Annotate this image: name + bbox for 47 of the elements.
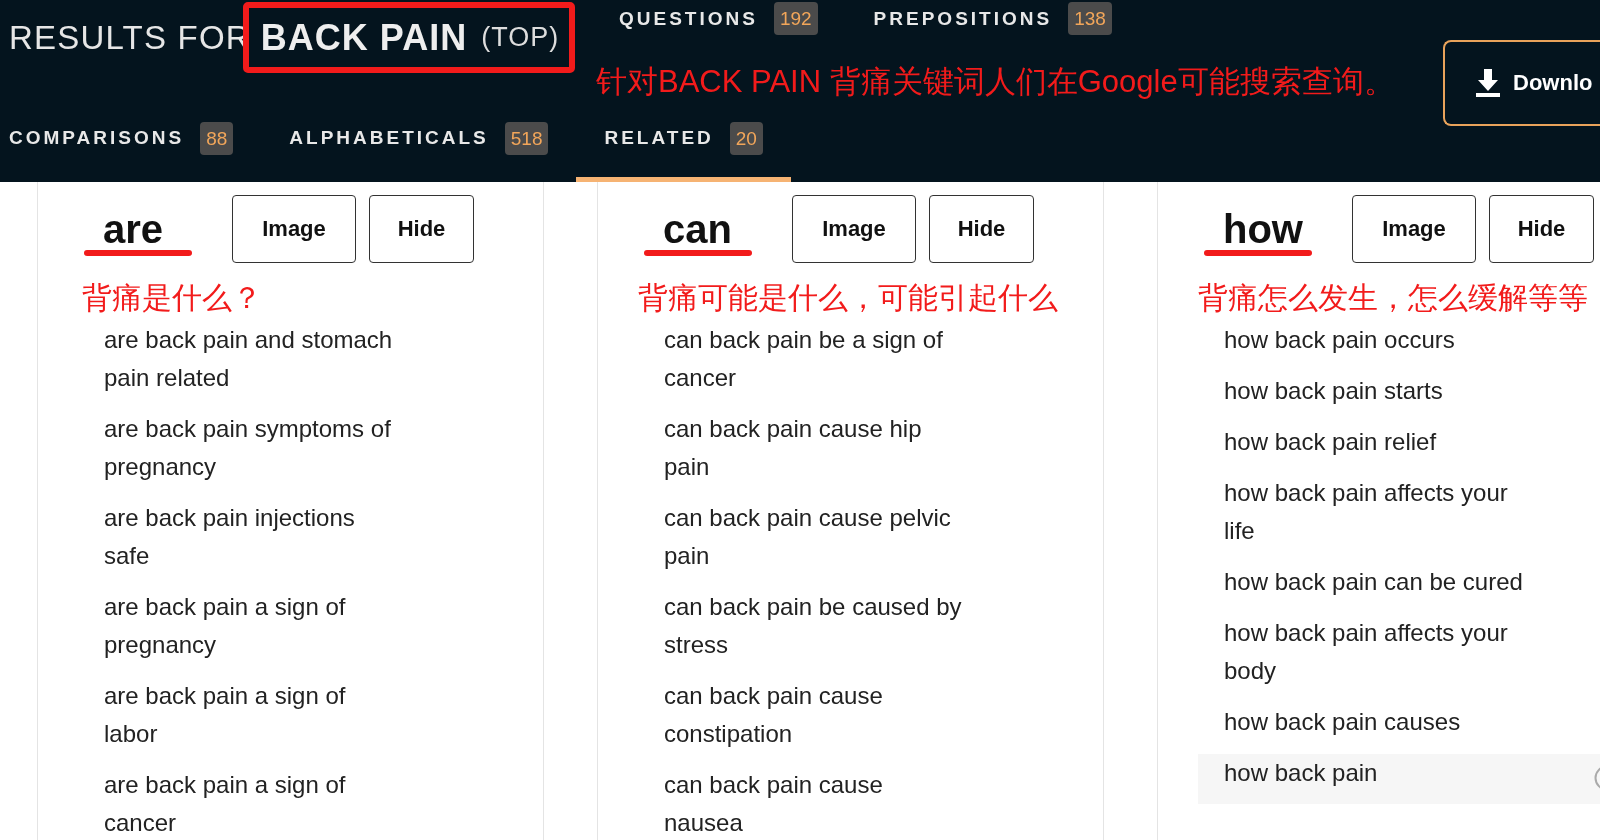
annotation-text: 背痛是什么？ <box>82 280 262 316</box>
suggestion-item[interactable]: are back pain and stomach pain related <box>78 321 543 397</box>
category-tab[interactable]: RELATED 20 <box>576 105 791 182</box>
count-badge: 518 <box>504 121 549 155</box>
download-button[interactable]: Downlo <box>1443 40 1600 126</box>
download-icon <box>1476 69 1500 97</box>
annotation-text: 背痛怎么发生，怎么缓解等等 <box>1198 280 1588 316</box>
scope-label: (TOP) <box>481 22 560 53</box>
count-badge: 138 <box>1068 2 1112 35</box>
suggestion-item[interactable]: can back pain be caused by stress <box>638 588 1103 664</box>
question-word: are <box>103 206 164 252</box>
suggestion-item[interactable]: how back pain occurs <box>1198 321 1600 359</box>
suggestion-item[interactable]: can back pain cause hip pain <box>638 410 1103 486</box>
count-badge: 192 <box>773 2 818 35</box>
category-tab[interactable]: COMPARISONS 88 <box>0 105 262 182</box>
suggestion-item[interactable]: are back pain a sign of labor <box>78 677 543 753</box>
suggestion-item[interactable]: how back pain <box>1198 754 1600 804</box>
suggestion-item[interactable]: can back pain cause pelvic pain <box>638 499 1103 575</box>
suggestion-item[interactable]: are back pain a sign of cancer <box>78 766 543 840</box>
suggestion-item[interactable]: are back pain symptoms of pregnancy <box>78 410 543 486</box>
suggestion-item[interactable]: how back pain affects your life <box>1198 474 1600 550</box>
question-word: can <box>663 206 732 252</box>
image-button[interactable]: Image <box>1352 195 1476 263</box>
count-badge: 88 <box>200 121 234 155</box>
annotation-text: 背痛可能是什么，可能引起什么 <box>638 280 1058 316</box>
suggestion-item[interactable]: can back pain cause constipation <box>638 677 1103 753</box>
suggestion-item[interactable]: how back pain starts <box>1198 372 1600 410</box>
search-query: BACK PAIN <box>260 16 468 59</box>
suggestion-item[interactable]: can back pain be a sign of cancer <box>638 321 1103 397</box>
category-tab[interactable]: ALPHABETICALS 518 <box>261 105 577 182</box>
hide-button[interactable]: Hide <box>929 195 1034 263</box>
count-badge: 20 <box>729 121 763 155</box>
image-button[interactable]: Image <box>232 195 356 263</box>
suggestion-item[interactable]: are back pain injections safe <box>78 499 543 575</box>
suggestion-item[interactable]: can back pain cause nausea <box>638 766 1103 840</box>
question-word: how <box>1223 206 1303 252</box>
category-tab[interactable]: QUESTIONS 192 <box>591 0 846 42</box>
annotation-text: 针对BACK PAIN 背痛关键词人们在Google可能搜索查询。 <box>596 63 1395 101</box>
category-tab[interactable]: PREPOSITIONS 138 <box>845 0 1140 42</box>
suggestion-item[interactable]: are back pain a sign of pregnancy <box>78 588 543 664</box>
suggestion-item[interactable]: how back pain causes <box>1198 703 1600 741</box>
suggestion-item[interactable]: how back pain can be cured <box>1198 563 1600 601</box>
suggestion-item[interactable]: how back pain relief <box>1198 423 1600 461</box>
hide-button[interactable]: Hide <box>1489 195 1594 263</box>
image-button[interactable]: Image <box>792 195 916 263</box>
hide-button[interactable]: Hide <box>369 195 474 263</box>
suggestion-item[interactable]: how back pain affects your body <box>1198 614 1600 690</box>
